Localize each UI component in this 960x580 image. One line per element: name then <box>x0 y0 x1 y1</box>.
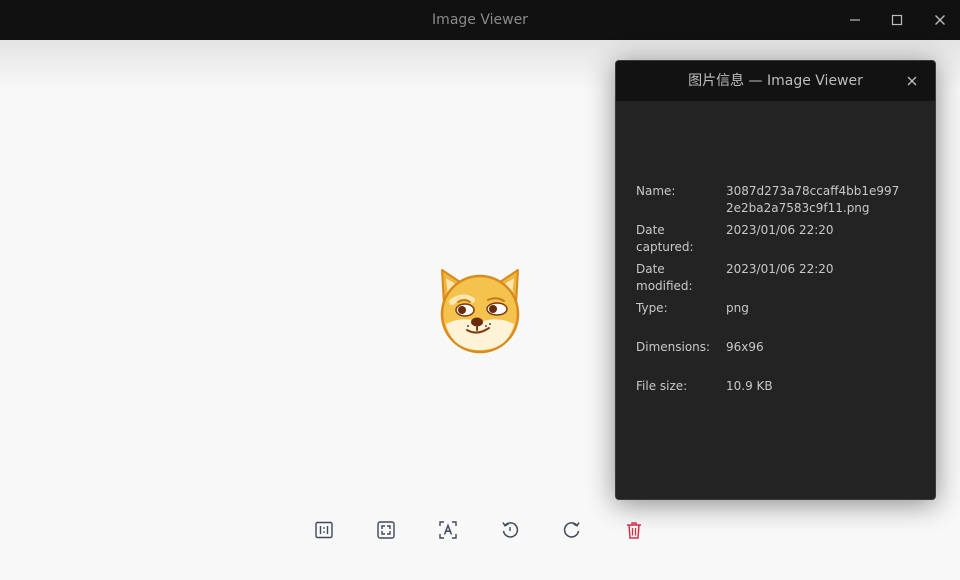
original-size-button[interactable] <box>304 510 344 550</box>
fit-window-button[interactable] <box>366 510 406 550</box>
info-row-dimensions: Dimensions: 96x96 <box>636 339 916 373</box>
info-rows: Name: 3087d273a78ccaff4bb1e9972e2ba2a758… <box>636 183 916 417</box>
info-row-date-captured: Date captured: 2023/01/06 22:20 <box>636 222 916 256</box>
rotate-clockwise-icon <box>563 522 580 538</box>
info-value: 96x96 <box>726 340 764 354</box>
info-row-name: Name: 3087d273a78ccaff4bb1e9972e2ba2a758… <box>636 183 916 217</box>
info-value: 2023/01/06 22:20 <box>726 262 834 276</box>
window-titlebar: Image Viewer <box>0 0 960 40</box>
ocr-icon <box>439 521 457 539</box>
info-label: Name: <box>636 184 676 198</box>
rotate-clockwise-button[interactable] <box>552 510 592 550</box>
minimize-button[interactable] <box>833 0 877 40</box>
close-window-button[interactable] <box>918 0 960 40</box>
rotate-counterclockwise-icon <box>502 522 519 538</box>
close-icon <box>935 15 945 25</box>
delete-button[interactable] <box>614 510 654 550</box>
rotate-counterclockwise-button[interactable] <box>490 510 530 550</box>
info-value: 10.9 KB <box>726 379 773 393</box>
info-label: Type: <box>636 301 668 315</box>
delete-icon <box>627 522 641 539</box>
ocr-button[interactable] <box>428 510 468 550</box>
info-value: png <box>726 301 749 315</box>
doge-emoji-image <box>440 269 520 354</box>
maximize-icon <box>891 14 903 26</box>
info-row-type: Type: png <box>636 300 916 334</box>
fit-window-icon <box>377 521 395 539</box>
info-dialog-title: 图片信息 — Image Viewer <box>616 61 935 101</box>
displayed-image[interactable] <box>432 264 528 360</box>
image-info-dialog: 图片信息 — Image Viewer Name: 3087d273a78cca… <box>615 60 936 500</box>
window-title: Image Viewer <box>432 12 528 28</box>
bottom-toolbar <box>0 510 960 550</box>
info-value: 2023/01/06 22:20 <box>726 223 834 237</box>
close-icon <box>907 76 917 86</box>
original-size-icon <box>315 521 333 539</box>
info-label: File size: <box>636 379 688 393</box>
info-dialog-close-button[interactable] <box>895 61 929 101</box>
info-label: Date captured: <box>636 223 694 254</box>
info-label: Date modified: <box>636 262 693 293</box>
info-row-file-size: File size: 10.9 KB <box>636 378 916 412</box>
minimize-icon <box>850 19 860 21</box>
info-label: Dimensions: <box>636 340 711 354</box>
maximize-button[interactable] <box>875 0 919 40</box>
info-row-date-modified: Date modified: 2023/01/06 22:20 <box>636 261 916 295</box>
info-value: 3087d273a78ccaff4bb1e9972e2ba2a7583c9f11… <box>726 184 900 215</box>
